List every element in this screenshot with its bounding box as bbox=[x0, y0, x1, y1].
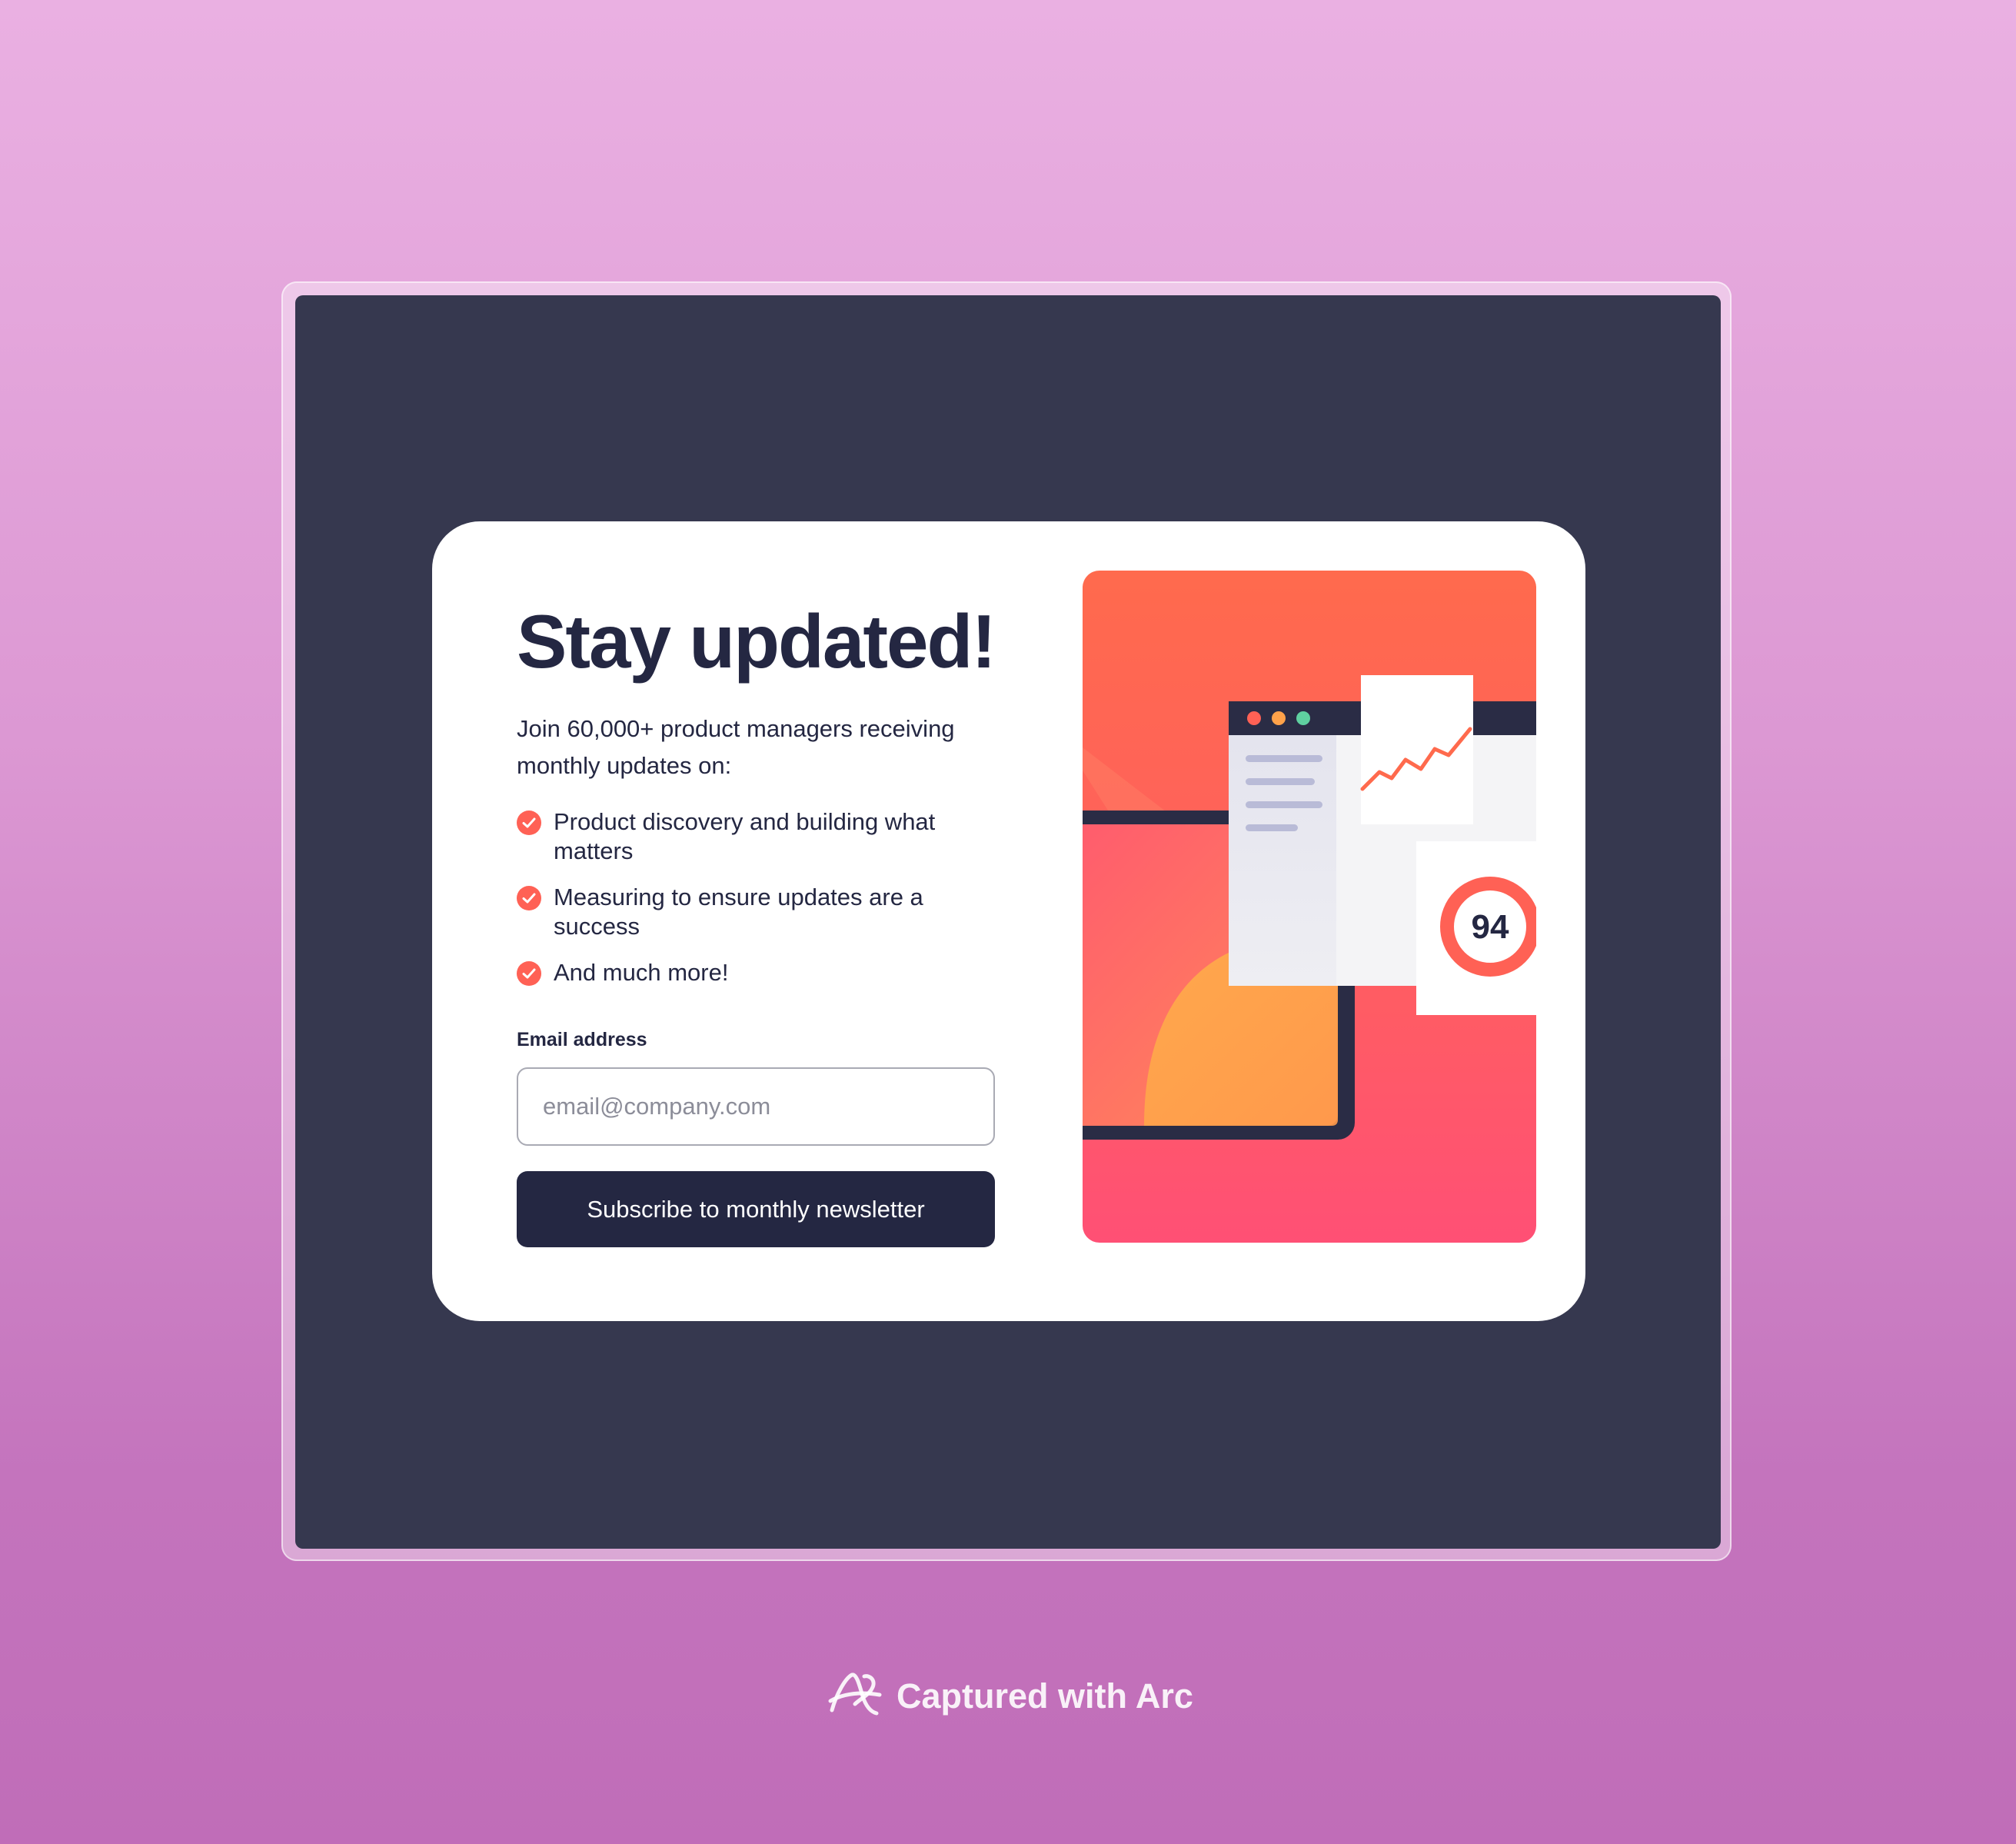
intro-text: Join 60,000+ product managers receiving … bbox=[517, 715, 955, 779]
email-field[interactable] bbox=[517, 1067, 995, 1146]
score-value: 94 bbox=[1472, 908, 1509, 946]
list-item: Measuring to ensure updates are a succes… bbox=[517, 883, 996, 941]
list-item: And much more! bbox=[517, 958, 996, 987]
arc-watermark: Captured with Arc bbox=[826, 1672, 1193, 1721]
email-label: Email address bbox=[517, 1029, 647, 1050]
check-icon bbox=[517, 810, 541, 835]
feature-list: Product discovery and building what matt… bbox=[517, 807, 996, 987]
newsletter-card: Stay updated! Join 60,000+ product manag… bbox=[432, 521, 1585, 1321]
page-title: Stay updated! bbox=[517, 599, 996, 684]
browser-viewport: Stay updated! Join 60,000+ product manag… bbox=[295, 295, 1721, 1549]
list-item: Product discovery and building what matt… bbox=[517, 807, 996, 866]
feature-text: Measuring to ensure updates are a succes… bbox=[554, 884, 923, 940]
subscribe-button[interactable]: Subscribe to monthly newsletter bbox=[517, 1171, 995, 1247]
feature-text: Product discovery and building what matt… bbox=[554, 808, 936, 864]
arc-logo-icon bbox=[826, 1670, 884, 1723]
watermark-text: Captured with Arc bbox=[897, 1676, 1193, 1716]
check-icon bbox=[517, 886, 541, 910]
window-dots-icon bbox=[1247, 711, 1310, 725]
check-icon bbox=[517, 961, 541, 986]
illustration-graphic: 94 bbox=[1083, 571, 1536, 1243]
hero-illustration: 94 bbox=[1083, 571, 1536, 1243]
feature-text: And much more! bbox=[554, 959, 729, 986]
